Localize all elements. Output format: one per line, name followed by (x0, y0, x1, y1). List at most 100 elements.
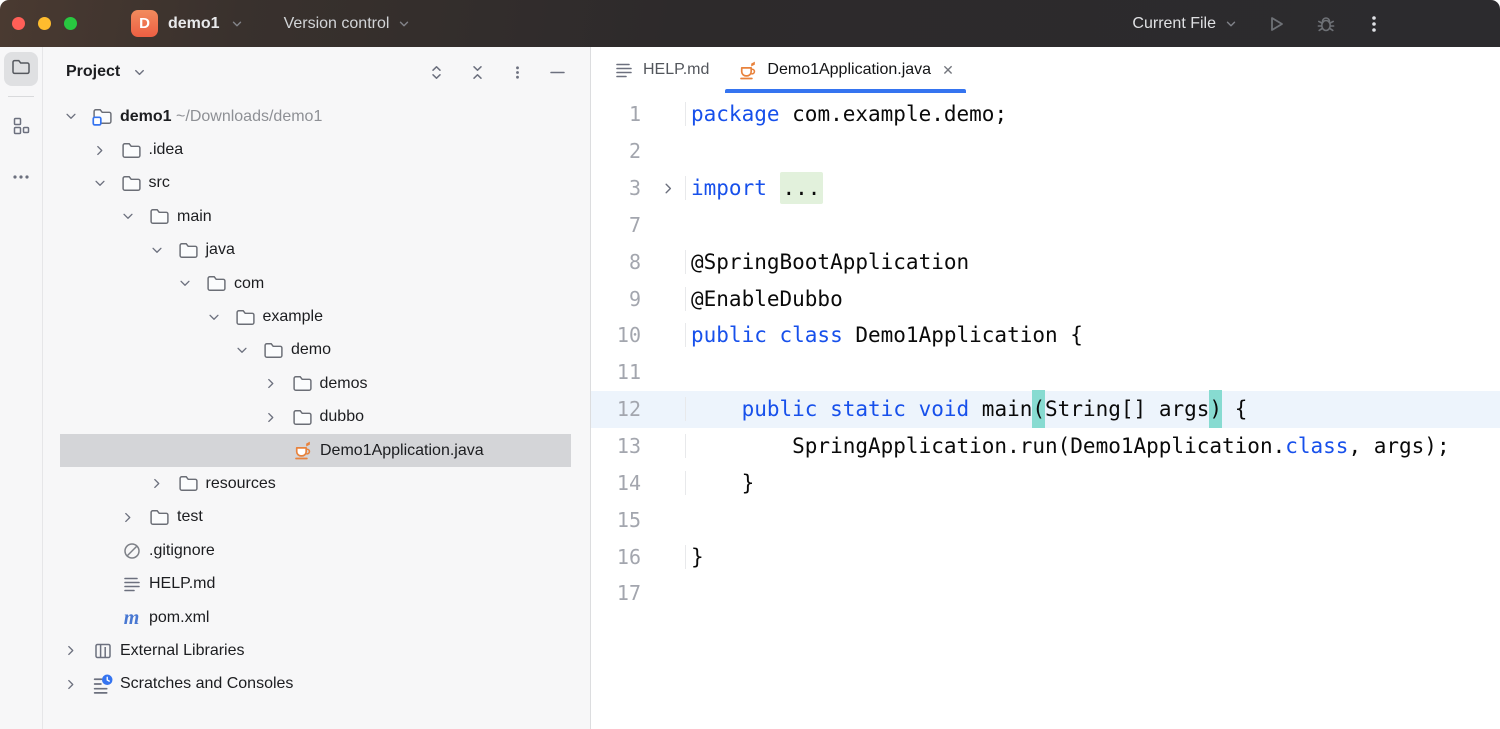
chevron-right-icon[interactable] (93, 143, 107, 158)
line-number[interactable]: 9 (591, 287, 651, 311)
tree-item-example[interactable]: example (60, 300, 571, 333)
tree-item-java[interactable]: java (60, 234, 571, 267)
line-number[interactable]: 2 (591, 139, 651, 163)
chevron-right-icon[interactable] (264, 410, 278, 425)
code-line-17[interactable]: 17 (591, 575, 1500, 612)
tree-item-label: java (206, 241, 235, 259)
more-vertical-icon[interactable] (1364, 14, 1384, 34)
chevron-right-icon[interactable] (64, 643, 78, 658)
line-number[interactable]: 7 (591, 213, 651, 237)
code-line-7[interactable]: 7 (591, 207, 1500, 244)
code-line-16[interactable]: 16} (591, 538, 1500, 575)
zoom-window-button[interactable] (64, 17, 77, 30)
chevron-right-icon[interactable] (121, 510, 135, 525)
line-number[interactable]: 3 (591, 176, 651, 200)
java-class-icon (292, 440, 313, 461)
chevron-down-icon[interactable] (121, 209, 135, 224)
tree-item-demo1[interactable]: demo1 ~/Downloads/demo1 (60, 100, 571, 133)
project-folder-icon (92, 106, 113, 127)
markdown-file-icon (613, 60, 634, 81)
run-configuration-widget[interactable]: Current File (1132, 15, 1238, 33)
code-area[interactable]: 1package com.example.demo; 2 3import ... 7 8… (591, 93, 1500, 729)
tree-item-label: demo (291, 341, 331, 359)
code-line-13[interactable]: 13 SpringApplication.run(Demo1Applicatio… (591, 428, 1500, 465)
folder-icon (263, 340, 284, 361)
tree-item-src[interactable]: src (60, 167, 571, 200)
scratches-icon (92, 674, 113, 695)
line-number[interactable]: 14 (591, 471, 651, 495)
line-number[interactable]: 16 (591, 545, 651, 569)
tab-help-md[interactable]: HELP.md (599, 47, 723, 93)
structure-tool-button[interactable] (4, 111, 38, 145)
close-icon[interactable]: ✕ (942, 63, 954, 77)
folder-icon (149, 507, 170, 528)
chevron-down-icon[interactable] (93, 176, 107, 191)
code-line-3[interactable]: 3import ... (591, 170, 1500, 207)
folder-icon (149, 206, 170, 227)
code-line-8[interactable]: 8@SpringBootApplication (591, 243, 1500, 280)
line-number[interactable]: 12 (591, 397, 651, 421)
code-text: public static void main(String[] args) { (685, 397, 1500, 421)
run-icon[interactable] (1264, 12, 1288, 36)
line-number[interactable]: 17 (591, 581, 651, 605)
tree-item--gitignore[interactable]: .gitignore (60, 534, 571, 567)
chevron-down-icon (1224, 17, 1238, 31)
tree-item-external-libraries[interactable]: External Libraries (60, 634, 571, 667)
code-line-2[interactable]: 2 (591, 133, 1500, 170)
tree-item-help-md[interactable]: HELP.md (60, 567, 571, 600)
line-number[interactable]: 1 (591, 102, 651, 126)
expand-all-icon[interactable] (428, 64, 445, 81)
code-line-9[interactable]: 9@EnableDubbo (591, 280, 1500, 317)
chevron-right-icon[interactable] (64, 677, 78, 692)
close-window-button[interactable] (12, 17, 25, 30)
vcs-widget[interactable]: Version control (284, 15, 412, 33)
chevron-down-icon[interactable] (132, 65, 147, 80)
chevron-down-icon[interactable] (235, 343, 249, 358)
tree-item-label: pom.xml (149, 609, 209, 627)
tab-demo1application-java[interactable]: Demo1Application.java ✕ (723, 47, 967, 93)
line-number[interactable]: 15 (591, 508, 651, 532)
tree-item--idea[interactable]: .idea (60, 133, 571, 166)
more-vertical-icon[interactable] (510, 65, 525, 80)
chevron-down-icon[interactable] (178, 276, 192, 291)
main-area: Project (0, 47, 1500, 729)
chevron-down-icon[interactable] (207, 310, 221, 325)
line-number[interactable]: 8 (591, 250, 651, 274)
tree-item-dubbo[interactable]: dubbo (60, 401, 571, 434)
project-tool-button[interactable] (4, 52, 38, 86)
code-line-12[interactable]: 12 public static void main(String[] args… (591, 391, 1500, 428)
line-number[interactable]: 13 (591, 434, 651, 458)
more-tools-button[interactable] (4, 159, 38, 193)
minimize-window-button[interactable] (38, 17, 51, 30)
more-icon (12, 167, 30, 185)
code-line-15[interactable]: 15 (591, 501, 1500, 538)
tree-item-com[interactable]: com (60, 267, 571, 300)
folder-icon (121, 140, 142, 161)
project-widget[interactable]: D demo1 (131, 10, 244, 37)
chevron-down-icon[interactable] (150, 243, 164, 258)
code-line-11[interactable]: 11 (591, 354, 1500, 391)
line-number[interactable]: 10 (591, 323, 651, 347)
line-number[interactable]: 11 (591, 360, 651, 384)
tree-item-pom-xml[interactable]: mpom.xml (60, 601, 571, 634)
tree-item-label: Scratches and Consoles (120, 675, 293, 693)
code-line-14[interactable]: 14 } (591, 464, 1500, 501)
chevron-down-icon[interactable] (64, 109, 78, 124)
tree-item-scratches-and-consoles[interactable]: Scratches and Consoles (60, 668, 571, 701)
code-line-10[interactable]: 10public class Demo1Application { (591, 317, 1500, 354)
code-line-1[interactable]: 1package com.example.demo; (591, 96, 1500, 133)
tree-item-resources[interactable]: resources (60, 467, 571, 500)
tree-item-demo[interactable]: demo (60, 334, 571, 367)
collapse-all-icon[interactable] (469, 64, 486, 81)
tree-item-test[interactable]: test (60, 501, 571, 534)
tree-item-demos[interactable]: demos (60, 367, 571, 400)
tree-item-main[interactable]: main (60, 200, 571, 233)
debug-icon[interactable] (1314, 12, 1338, 36)
fold-expand-icon[interactable] (651, 181, 685, 196)
chevron-right-icon[interactable] (264, 376, 278, 391)
tree-item-demo1application-java[interactable]: Demo1Application.java (60, 434, 571, 467)
project-panel: Project (43, 47, 591, 729)
hide-icon[interactable] (549, 64, 566, 81)
project-logo-icon: D (131, 10, 158, 37)
chevron-right-icon[interactable] (150, 476, 164, 491)
